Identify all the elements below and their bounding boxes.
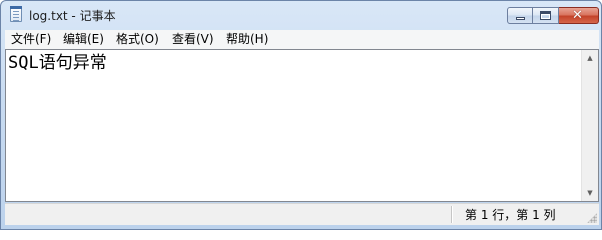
- window-title: log.txt - 记事本: [29, 9, 116, 23]
- minimize-button[interactable]: [507, 7, 533, 24]
- maximize-icon: [540, 11, 551, 20]
- maximize-button[interactable]: [533, 7, 559, 24]
- close-button[interactable]: ✕: [559, 7, 599, 24]
- cursor-position: 第 1 行，第 1 列: [465, 208, 556, 222]
- notepad-icon[interactable]: [10, 6, 22, 22]
- close-icon: ✕: [572, 8, 583, 23]
- menu-file[interactable]: 文件(F): [11, 31, 51, 48]
- text-editor[interactable]: SQL语句异常 ▲ ▼: [5, 49, 599, 202]
- resize-grip-icon[interactable]: [587, 213, 597, 223]
- notepad-window: log.txt - 记事本 ✕ 文件(F) 编辑(E) 格式(O) 查看(V) …: [0, 0, 602, 230]
- menu-edit[interactable]: 编辑(E): [63, 31, 104, 48]
- editor-content[interactable]: SQL语句异常: [8, 52, 107, 74]
- title-bar[interactable]: log.txt - 记事本 ✕: [1, 1, 601, 29]
- menu-view[interactable]: 查看(V): [172, 31, 214, 48]
- vertical-scrollbar[interactable]: ▲ ▼: [581, 50, 598, 201]
- menu-bar: 文件(F) 编辑(E) 格式(O) 查看(V) 帮助(H): [5, 30, 599, 50]
- caption-buttons: ✕: [507, 7, 599, 25]
- minimize-icon: [516, 17, 525, 20]
- scroll-up-icon[interactable]: ▲: [582, 50, 598, 66]
- menu-format[interactable]: 格式(O): [116, 31, 159, 48]
- status-divider: [451, 206, 452, 223]
- status-bar: 第 1 行，第 1 列: [5, 203, 599, 225]
- menu-help[interactable]: 帮助(H): [226, 31, 268, 48]
- scroll-down-icon[interactable]: ▼: [582, 185, 598, 201]
